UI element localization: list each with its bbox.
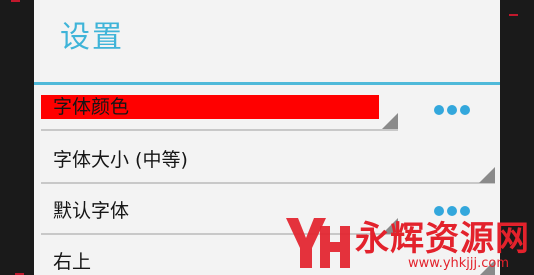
setting-item-font-size[interactable]: 字体大小 (中等) (34, 138, 500, 184)
spinner-corner-icon (479, 167, 495, 183)
setting-item-label: 右上 (53, 251, 92, 273)
edge-accent-mark (11, 0, 20, 2)
row-underline (41, 129, 398, 131)
edge-accent-mark (509, 14, 518, 16)
more-dots-icon[interactable] (434, 105, 470, 115)
setting-item-label: 字体颜色 (41, 95, 379, 119)
watermark-url: www.yhkjjj.com (408, 256, 510, 271)
watermark-logo-icon (286, 218, 350, 268)
row-underline (41, 182, 495, 184)
page-title: 设置 (60, 20, 124, 55)
spinner-corner-icon (382, 113, 398, 129)
left-window-edge (0, 0, 34, 275)
setting-item-font-color[interactable]: 字体颜色 (34, 85, 500, 131)
watermark: 永辉资源网 www.yhkjjj.com (282, 208, 534, 275)
setting-item-label: 字体大小 (中等) (53, 149, 188, 171)
watermark-brand: 永辉资源网 (355, 219, 530, 259)
setting-item-label: 默认字体 (53, 200, 130, 222)
